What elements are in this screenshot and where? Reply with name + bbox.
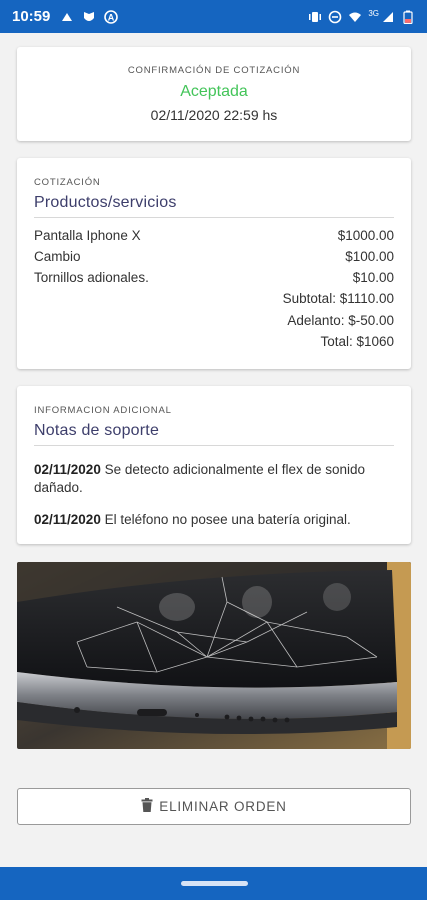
trash-icon xyxy=(141,798,153,815)
broken-phone-photo[interactable] xyxy=(17,562,411,749)
line-item: Cambio $100.00 xyxy=(34,249,394,264)
confirmation-card: CONFIRMACIÓN DE COTIZACIÓN Aceptada 02/1… xyxy=(17,47,411,141)
dnd-icon xyxy=(328,10,342,24)
home-handle[interactable] xyxy=(181,881,248,886)
note-text: El teléfono no posee una batería origina… xyxy=(100,512,351,527)
quote-status: Aceptada xyxy=(180,83,248,100)
status-right-icons: 3G xyxy=(308,9,415,24)
quote-caption: COTIZACIÓN xyxy=(34,177,101,188)
notes-card: INFORMACION ADICIONAL Notas de soporte 0… xyxy=(17,386,411,544)
wifi-icon xyxy=(348,10,362,24)
status-time: 10:59 xyxy=(12,8,51,25)
a-circle-icon: A xyxy=(104,9,119,24)
network-type: 3G xyxy=(368,9,379,18)
line-item-price: $10.00 xyxy=(352,270,394,285)
line-item: Pantalla Iphone X $1000.00 xyxy=(34,228,394,243)
subtotal: Subtotal: $1110.00 xyxy=(282,291,394,306)
cast-icon xyxy=(60,10,74,24)
line-item-name: Cambio xyxy=(34,249,81,264)
note-date: 02/11/2020 xyxy=(34,512,101,527)
delete-order-label: ELIMINAR ORDEN xyxy=(159,799,287,814)
line-item-price: $1000.00 xyxy=(337,228,394,243)
quote-title: Productos/servicios xyxy=(34,194,394,218)
signal-icon xyxy=(381,10,395,24)
line-item-price: $100.00 xyxy=(345,249,394,264)
confirmation-date: 02/11/2020 22:59 hs xyxy=(150,107,278,123)
status-left-icons: A xyxy=(60,9,119,24)
notes-title: Notas de soporte xyxy=(34,422,394,446)
shield-icon xyxy=(82,10,96,24)
line-item: Tornillos adionales. $10.00 xyxy=(34,270,394,285)
notes-caption: INFORMACION ADICIONAL xyxy=(34,405,172,416)
total: Total: $1060 xyxy=(320,334,394,349)
confirmation-caption: CONFIRMACIÓN DE COTIZACIÓN xyxy=(127,65,301,76)
support-note: 02/11/2020 Se detecto adicionalmente el … xyxy=(34,461,394,497)
line-item-name: Pantalla Iphone X xyxy=(34,228,141,243)
quote-card: COTIZACIÓN Productos/servicios Pantalla … xyxy=(17,158,411,369)
navigation-bar xyxy=(0,867,427,900)
line-item-name: Tornillos adionales. xyxy=(34,270,149,285)
advance-payment: Adelanto: $-50.00 xyxy=(287,313,394,328)
delete-order-button[interactable]: ELIMINAR ORDEN xyxy=(17,788,411,825)
note-date: 02/11/2020 xyxy=(34,462,101,477)
vibrate-icon xyxy=(308,10,322,24)
support-note: 02/11/2020 El teléfono no posee una bate… xyxy=(34,511,394,529)
status-bar: 10:59 A 3G xyxy=(0,0,427,33)
battery-low-icon xyxy=(401,10,415,24)
svg-text:A: A xyxy=(108,12,115,22)
